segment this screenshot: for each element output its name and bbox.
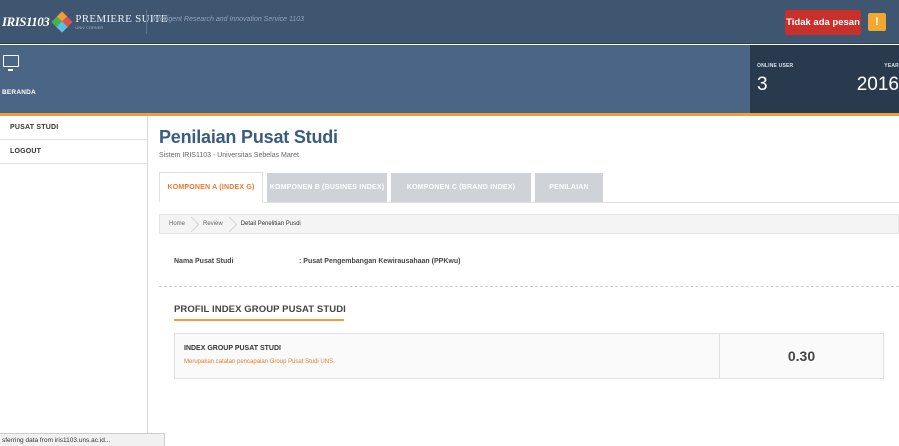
- index-score: 0.30: [787, 348, 816, 364]
- info-row: Nama Pusat Studi : Pusat Pengembangan Ke…: [174, 258, 460, 265]
- browser-status-bar: sferring data from iris1103.uns.ac.id...: [0, 433, 165, 446]
- monitor-icon: [3, 55, 19, 71]
- info-label: Nama Pusat Studi: [174, 258, 234, 265]
- top-header-bar: IRIS1103 PREMIERE SUITE UNIV CORNER Inte…: [0, 0, 899, 44]
- home-nav-button[interactable]: BERANDA: [0, 45, 58, 113]
- year-value: 2016: [856, 74, 899, 95]
- alert-icon[interactable]: !: [868, 13, 886, 31]
- breadcrumb-review[interactable]: Review: [194, 215, 232, 233]
- home-nav-label: BERANDA: [2, 89, 36, 96]
- main-content: Penilaian Pusat Studi Sistem IRIS1103 - …: [149, 116, 899, 446]
- tab-komponen-c[interactable]: KOMPONEN C (BRAND INDEX): [391, 173, 531, 202]
- stats-panel: ONLINE USER 3 YEAR 2016: [750, 45, 899, 113]
- tab-komponen-a[interactable]: KOMPONEN A (INDEX G): [159, 172, 263, 203]
- page-title: Penilaian Pusat Studi: [159, 127, 338, 147]
- dashed-divider: [159, 286, 899, 287]
- index-card-description: Merupakan catatan pencapaian Group Pusat…: [184, 359, 335, 365]
- header-divider: [146, 10, 147, 34]
- tab-penilaian[interactable]: PENILAIAN: [535, 173, 603, 202]
- section-title: PROFIL INDEX GROUP PUSAT STUDI: [174, 304, 346, 315]
- year-label: YEAR: [884, 63, 899, 69]
- index-card-info: INDEX GROUP PUSAT STUDI Merupakan catata…: [175, 334, 720, 378]
- page-subtitle: Sistem IRIS1103 - Universitas Sebelas Ma…: [159, 152, 299, 159]
- sidebar-item-pusat-studi[interactable]: PUSAT STUDI: [0, 116, 147, 140]
- sidebar-item-logout[interactable]: LOGOUT: [0, 140, 147, 164]
- online-user-label: ONLINE USER: [757, 63, 794, 69]
- logo-mark-icon: [51, 11, 73, 33]
- section-underline: [174, 319, 344, 321]
- sidebar: PUSAT STUDI LOGOUT: [0, 116, 148, 446]
- index-card: INDEX GROUP PUSAT STUDI Merupakan catata…: [174, 333, 884, 379]
- index-card-title: INDEX GROUP PUSAT STUDI: [184, 345, 281, 352]
- header-tagline: Intelligent Research and Innovation Serv…: [152, 16, 305, 23]
- breadcrumb: Home Review Detail Penelitian Pusdi: [159, 214, 899, 234]
- breadcrumb-home[interactable]: Home: [160, 215, 194, 233]
- app-logo[interactable]: IRIS1103 PREMIERE SUITE UNIV CORNER: [0, 0, 168, 44]
- online-user-count: 3: [757, 74, 768, 95]
- logo-text: IRIS1103: [2, 14, 50, 29]
- info-value: : Pusat Pengembangan Kewirausahaan (PPKw…: [299, 258, 461, 265]
- logo-suite-sub: UNIV CORNER: [75, 25, 104, 30]
- tab-bar: KOMPONEN A (INDEX G) KOMPONEN B (BUSINES…: [159, 171, 899, 203]
- breadcrumb-current: Detail Penelitian Pusdi: [240, 221, 301, 227]
- messages-button[interactable]: Tidak ada pesan: [785, 10, 861, 35]
- tab-komponen-b[interactable]: KOMPONEN B (BUSINES INDEX): [267, 173, 387, 202]
